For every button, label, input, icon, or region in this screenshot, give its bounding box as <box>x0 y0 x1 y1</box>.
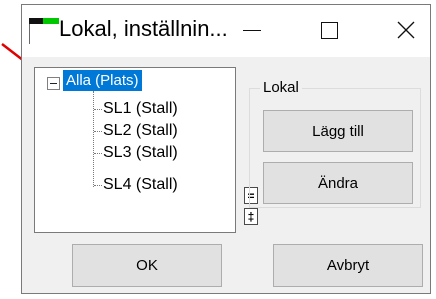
tree-connector <box>94 185 102 186</box>
tree-item-sl2[interactable]: SL2 (Stall) <box>103 121 178 141</box>
groupbox-title: Lokal <box>260 79 302 96</box>
minimize-icon <box>243 29 261 31</box>
tree-item-sl3[interactable]: SL3 (Stall) <box>103 143 178 163</box>
tree-connector <box>94 153 102 154</box>
tree-collapse-icon[interactable] <box>47 77 60 90</box>
edit-button[interactable]: Ändra <box>263 162 413 204</box>
tree-root-item[interactable]: Alla (Plats) <box>63 70 142 91</box>
maximize-button[interactable] <box>304 10 354 50</box>
maximize-icon <box>320 21 338 39</box>
tree-item-sl4[interactable]: SL4 (Stall) <box>103 175 178 195</box>
minimize-button[interactable] <box>227 10 277 50</box>
close-button[interactable] <box>381 10 431 50</box>
ok-button[interactable]: OK <box>72 244 222 287</box>
expand-all-button[interactable]: ‡ <box>244 208 258 225</box>
tree-connector <box>94 109 102 110</box>
tree-connector <box>93 91 94 187</box>
close-icon <box>397 21 415 39</box>
window-title: Lokal, inställnin... <box>59 16 228 41</box>
add-button[interactable]: Lägg till <box>263 110 413 152</box>
tree-item-sl1[interactable]: SL1 (Stall) <box>103 99 178 119</box>
tree-connector <box>94 131 102 132</box>
application-icon <box>29 18 59 44</box>
cancel-button[interactable]: Avbryt <box>273 244 423 287</box>
